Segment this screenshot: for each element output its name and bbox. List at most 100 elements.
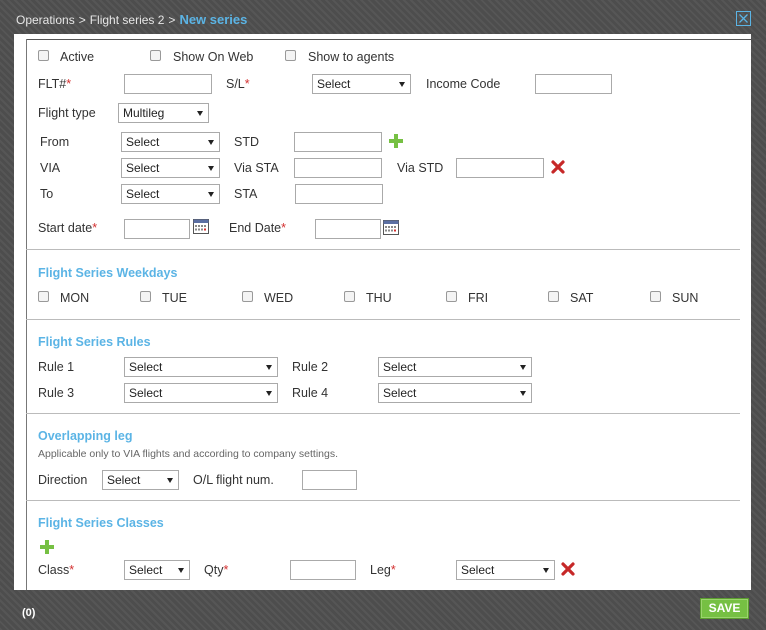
rule2-select[interactable]: Select	[378, 357, 532, 377]
divider	[26, 319, 740, 320]
tue-checkbox[interactable]	[140, 291, 151, 302]
income-code-input[interactable]	[535, 74, 612, 94]
direction-label: Direction	[38, 473, 88, 487]
rule1-select-value: Select	[129, 360, 163, 374]
fri-checkbox[interactable]	[446, 291, 457, 302]
sat-checkbox[interactable]	[548, 291, 559, 302]
chevron-down-icon	[178, 568, 184, 573]
rules-title: Flight Series Rules	[38, 335, 151, 349]
sl-select-value: Select	[317, 77, 351, 91]
qty-label: Qty*	[204, 563, 228, 577]
required-mark: *	[281, 221, 286, 235]
rule1-select[interactable]: Select	[124, 357, 278, 377]
via-select[interactable]: Select	[121, 158, 220, 178]
std-input[interactable]	[294, 132, 382, 152]
start-date-label: Start date*	[38, 221, 97, 235]
show-to-agents-label: Show to agents	[308, 50, 395, 64]
required-mark: *	[92, 221, 98, 235]
mon-checkbox[interactable]	[38, 291, 49, 302]
record-count: (0)	[22, 607, 36, 619]
delete-class-icon[interactable]	[561, 562, 575, 576]
to-select-value: Select	[126, 187, 160, 201]
flight-type-value: Multileg	[123, 106, 165, 120]
from-select[interactable]: Select	[121, 132, 220, 152]
end-date-input[interactable]	[315, 219, 381, 239]
thu-label: THU	[366, 291, 392, 305]
from-select-value: Select	[126, 135, 160, 149]
overlap-note: Applicable only to VIA flights and accor…	[38, 448, 339, 460]
chevron-down-icon	[208, 166, 214, 171]
breadcrumb-separator: >	[78, 13, 86, 27]
breadcrumb-item-operations[interactable]: Operations	[16, 13, 75, 27]
flt-label: FLT#*	[38, 77, 71, 91]
sun-checkbox[interactable]	[650, 291, 661, 302]
class-label-text: Class	[38, 563, 70, 577]
std-label: STD	[234, 135, 259, 149]
sta-input[interactable]	[295, 184, 383, 204]
leg-select[interactable]: Select	[456, 560, 555, 580]
add-via-icon[interactable]	[389, 134, 403, 148]
show-to-agents-checkbox[interactable]	[285, 50, 296, 61]
calendar-icon[interactable]	[383, 220, 399, 235]
rule3-label: Rule 3	[38, 386, 75, 400]
chevron-down-icon	[208, 192, 214, 197]
add-class-icon[interactable]	[40, 540, 54, 554]
sl-select[interactable]: Select	[312, 74, 411, 94]
wed-checkbox[interactable]	[242, 291, 253, 302]
sl-label-text: S/L	[226, 77, 245, 91]
via-select-value: Select	[126, 161, 160, 175]
rule4-select[interactable]: Select	[378, 383, 532, 403]
rule2-select-value: Select	[383, 360, 417, 374]
active-checkbox[interactable]	[38, 50, 49, 61]
sl-label: S/L*	[226, 77, 250, 91]
required-mark: *	[390, 563, 396, 577]
to-select[interactable]: Select	[121, 184, 220, 204]
income-code-label: Income Code	[426, 77, 501, 91]
chevron-down-icon	[399, 82, 405, 87]
rule3-select-value: Select	[129, 386, 163, 400]
chevron-down-icon	[543, 568, 549, 573]
overlap-title: Overlapping leg	[38, 429, 133, 443]
delete-via-icon[interactable]	[551, 160, 565, 174]
weekdays-title: Flight Series Weekdays	[38, 266, 178, 280]
sat-label: SAT	[570, 291, 594, 305]
save-button[interactable]: SAVE	[700, 598, 749, 619]
form-panel: Active Show On Web Show to agents FLT#* …	[14, 34, 762, 590]
sta-label: STA	[234, 187, 258, 201]
via-sta-input[interactable]	[294, 158, 382, 178]
rule3-select[interactable]: Select	[124, 383, 278, 403]
required-mark: *	[244, 77, 250, 91]
rule4-label: Rule 4	[292, 386, 329, 400]
class-select[interactable]: Select	[124, 560, 190, 580]
flight-type-select[interactable]: Multileg	[118, 103, 209, 123]
end-date-label: End Date*	[229, 221, 286, 235]
flt-label-text: FLT#	[38, 77, 67, 91]
start-date-input[interactable]	[124, 219, 190, 239]
qty-input[interactable]	[290, 560, 356, 580]
calendar-icon[interactable]	[193, 219, 209, 234]
chevron-down-icon	[167, 478, 173, 483]
end-date-label-text: End Date	[229, 221, 282, 235]
breadcrumb-separator: >	[168, 13, 176, 27]
to-label: To	[40, 187, 54, 201]
flight-type-label: Flight type	[38, 106, 96, 120]
chevron-down-icon	[520, 391, 526, 396]
chevron-down-icon	[266, 391, 272, 396]
rule1-label: Rule 1	[38, 360, 75, 374]
thu-checkbox[interactable]	[344, 291, 355, 302]
via-std-input[interactable]	[456, 158, 544, 178]
via-label: VIA	[40, 161, 61, 175]
flt-input[interactable]	[124, 74, 212, 94]
breadcrumb-item-flight-series[interactable]: Flight series 2	[90, 13, 165, 27]
class-label: Class*	[38, 563, 74, 577]
close-icon	[739, 14, 748, 23]
direction-select[interactable]: Select	[102, 470, 179, 490]
ol-flight-input[interactable]	[302, 470, 357, 490]
breadcrumb: Operations > Flight series 2 > New series	[16, 12, 247, 27]
chevron-down-icon	[266, 365, 272, 370]
close-button[interactable]	[736, 11, 751, 26]
required-mark: *	[69, 563, 75, 577]
ol-flight-label: O/L flight num.	[193, 473, 274, 487]
via-std-label: Via STD	[397, 161, 444, 175]
show-on-web-checkbox[interactable]	[150, 50, 161, 61]
